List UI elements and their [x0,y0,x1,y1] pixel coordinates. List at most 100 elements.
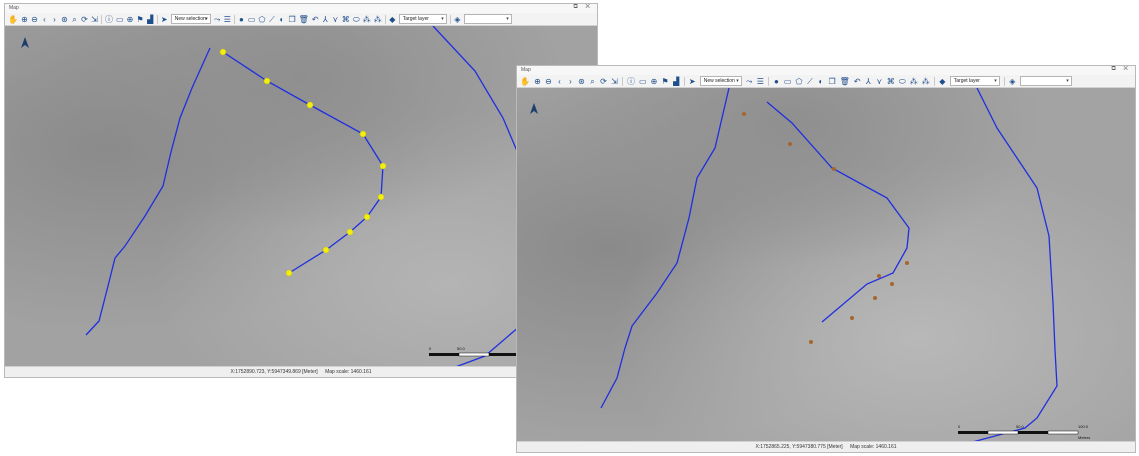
draw-point-icon[interactable]: ● [238,15,245,24]
zoom-layer-icon[interactable]: ⌕ [589,77,596,86]
selection-mode-select[interactable]: New selection ▾ [170,14,211,24]
snap-icon[interactable]: ⁂ [374,15,382,24]
eraser-icon[interactable]: ⬭ [353,15,360,24]
draw-rect-icon[interactable]: ▭ [248,15,256,24]
sample-point[interactable] [809,340,813,344]
layer-list-icon[interactable]: ☰ [224,15,231,24]
bookmark-icon[interactable]: ▭ [639,77,647,86]
snap-icon[interactable]: ⁂ [922,77,930,86]
zoom-out-icon[interactable]: ⊖ [31,15,38,24]
sample-point[interactable] [877,274,881,278]
forward-icon[interactable]: › [567,77,574,86]
reshape-icon[interactable]: ⌘ [342,15,350,24]
back-icon[interactable]: ‹ [41,15,48,24]
layer-select[interactable]: ▾ [1019,76,1072,86]
info-icon[interactable]: ⓘ [627,77,635,86]
full-extent-icon[interactable]: ⊛ [578,77,585,86]
contrast-icon[interactable]: ◐ [278,15,285,24]
eraser-icon[interactable]: ⬭ [899,77,906,86]
sample-point[interactable] [788,142,792,146]
layer-list-icon[interactable]: ☰ [757,77,764,86]
sample-point[interactable] [890,282,894,286]
target-layer-select[interactable]: Target layer ▾ [398,14,447,24]
vertex-marker[interactable] [363,213,371,221]
close-icon[interactable]: ✕ [585,4,593,10]
restore-icon[interactable]: ⧉ [1111,66,1118,72]
vertex-marker[interactable] [263,77,271,85]
window-controls[interactable]: ⧉ ✕ [573,4,593,11]
vertex-marker[interactable] [377,193,385,201]
copy-icon[interactable]: ❐ [828,77,835,86]
map-canvas[interactable]: 0 50.0 100.0 Meters [517,88,1135,442]
vertex-marker[interactable] [285,269,293,277]
identify-icon[interactable]: ⇲ [91,15,98,24]
window-controls[interactable]: ⧉ ✕ [1111,66,1131,73]
vertex-marker[interactable] [219,48,227,56]
draw-polygon-icon[interactable]: ⬠ [258,15,265,24]
merge-icon[interactable]: ⋎ [876,77,883,86]
map-canvas[interactable]: 0 50.0 [5,26,597,367]
refresh-icon[interactable]: ⟳ [600,77,607,86]
sample-point[interactable] [873,296,877,300]
copy-icon[interactable]: ❐ [288,15,295,24]
draw-line-icon[interactable]: ⟋ [806,77,813,86]
vertex-icon[interactable]: ⁂ [363,15,371,24]
zoom-in-icon[interactable]: ⊕ [534,77,541,86]
select-by-attribute-icon[interactable]: ⤳ [214,15,221,24]
zoom-out-icon[interactable]: ⊖ [545,77,552,86]
full-extent-icon[interactable]: ⊛ [61,15,68,24]
select-by-attribute-icon[interactable]: ⤳ [746,77,753,86]
vertex-marker[interactable] [346,228,354,236]
sample-point[interactable] [742,112,746,116]
close-icon[interactable]: ✕ [1123,66,1131,72]
draw-rect-icon[interactable]: ▭ [784,77,792,86]
zoom-in-icon[interactable]: ⊕ [21,15,28,24]
info-icon[interactable]: ⓘ [105,15,113,24]
flag-icon[interactable]: ⚑ [662,77,669,86]
target-layer-select[interactable]: Target layer ▾ [949,76,1000,86]
split-icon[interactable]: ⅄ [865,77,872,86]
vertex-marker[interactable] [306,101,314,109]
forward-icon[interactable]: › [51,15,58,24]
layer-select[interactable]: ▾ [463,14,512,24]
sample-point[interactable] [850,316,854,320]
undo-icon[interactable]: ↶ [312,15,319,24]
merge-icon[interactable]: ⋎ [332,15,339,24]
flag-icon[interactable]: ⚑ [137,15,144,24]
map-scale: Map scale: 1460.161 [325,369,372,375]
map-svg[interactable]: 0 50.0 100.0 Meters [517,88,1135,442]
select-icon[interactable]: ➤ [161,15,168,24]
map-svg[interactable]: 0 50.0 [5,26,597,367]
split-icon[interactable]: ⅄ [322,15,329,24]
draw-polygon-icon[interactable]: ⬠ [795,77,802,86]
undo-icon[interactable]: ↶ [854,77,861,86]
chart-icon[interactable]: ▟ [673,77,680,86]
pan-icon[interactable]: ✋ [8,15,18,24]
sample-point[interactable] [905,261,909,265]
sample-point[interactable] [832,167,836,171]
reshape-icon[interactable]: ⌘ [887,77,895,86]
pan-icon[interactable]: ✋ [520,77,530,86]
draw-point-icon[interactable]: ● [773,77,780,86]
identify-icon[interactable]: ⇲ [611,77,618,86]
vertex-marker[interactable] [322,246,330,254]
back-icon[interactable]: ‹ [556,77,563,86]
draw-line-icon[interactable]: ⟋ [268,15,275,24]
bookmark-icon[interactable]: ▭ [116,15,124,24]
vertex-marker[interactable] [359,130,367,138]
zoom-layer-icon[interactable]: ⌕ [71,15,78,24]
vertex-marker[interactable] [379,162,387,170]
globe-icon[interactable]: ⊕ [127,15,134,24]
refresh-icon[interactable]: ⟳ [81,15,88,24]
delete-icon[interactable]: 🗑 [299,15,309,24]
select-icon[interactable]: ➤ [689,77,696,86]
globe-icon[interactable]: ⊕ [651,77,658,86]
chart-icon[interactable]: ▟ [147,15,154,24]
restore-icon[interactable]: ⧉ [573,4,580,10]
vertex-icon[interactable]: ⁂ [910,77,918,86]
contrast-icon[interactable]: ◐ [817,77,824,86]
chevron-down-icon: ▾ [205,16,208,22]
selection-mode-value: New selection [174,16,206,22]
selection-mode-select[interactable]: New selection ▾ [699,76,742,86]
delete-icon[interactable]: 🗑 [840,77,850,86]
